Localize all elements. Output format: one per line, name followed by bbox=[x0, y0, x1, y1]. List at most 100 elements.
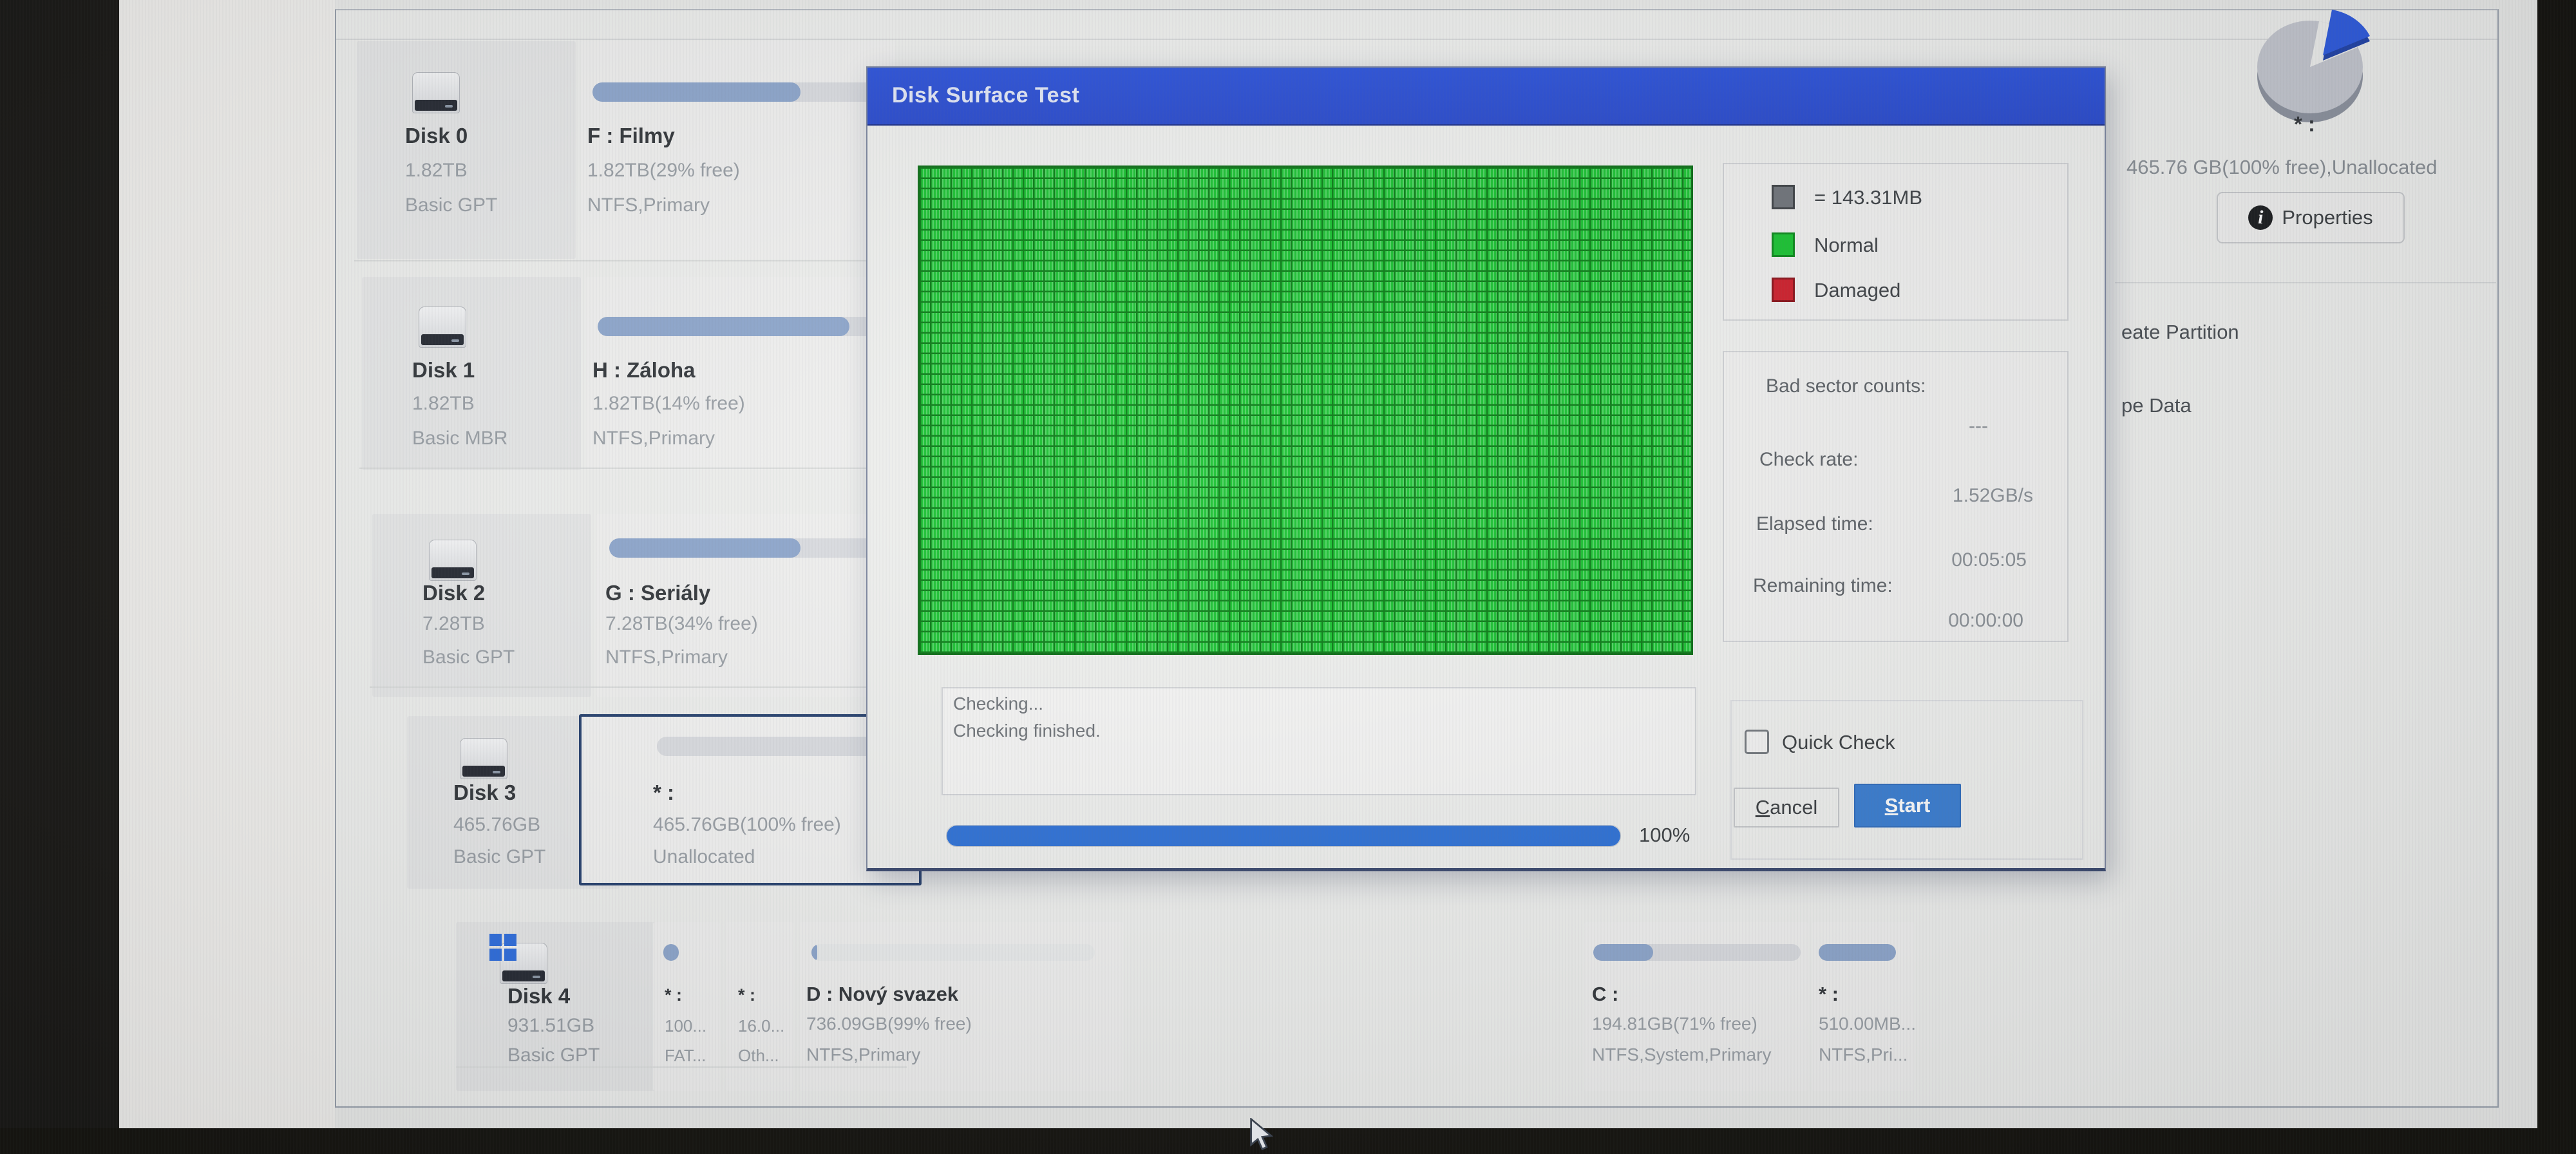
partition-size: 100... bbox=[665, 1016, 706, 1036]
partition-label: * : bbox=[1819, 983, 1839, 1006]
disk-name: Disk 0 bbox=[405, 124, 468, 148]
partition-fs: NTFS,Pri... bbox=[1819, 1045, 1908, 1065]
disk-scheme: Basic GPT bbox=[405, 194, 497, 216]
legend-normal-label: Normal bbox=[1814, 234, 1879, 257]
partition-fs: NTFS,Primary bbox=[806, 1045, 920, 1065]
disk-scheme: Basic GPT bbox=[453, 846, 545, 868]
status-log: Checking... Checking finished. bbox=[942, 687, 1696, 795]
disk-name: Disk 2 bbox=[422, 581, 485, 605]
hard-drive-icon bbox=[460, 738, 507, 779]
partition-fs: Unallocated bbox=[653, 846, 755, 868]
capacity-bar bbox=[598, 317, 891, 336]
create-partition-action[interactable]: eate Partition bbox=[2121, 321, 2239, 344]
disk-name: Disk 4 bbox=[507, 984, 570, 1008]
partition-label: F : Filmy bbox=[587, 124, 675, 148]
hard-drive-icon bbox=[412, 72, 460, 113]
partition-label: C : bbox=[1592, 983, 1618, 1006]
capacity-bar bbox=[1819, 944, 1896, 961]
monitor-bezel-left bbox=[0, 0, 121, 1154]
desktop-strip bbox=[119, 0, 335, 1128]
check-rate-value: 1.52GB/s bbox=[1840, 485, 2033, 507]
partition-label: * : bbox=[738, 985, 755, 1005]
elapsed-value: 00:05:05 bbox=[1833, 549, 2027, 571]
properties-button[interactable]: i Properties bbox=[2217, 192, 2405, 243]
row-divider bbox=[370, 686, 914, 688]
mouse-cursor-icon bbox=[1248, 1118, 1276, 1151]
disk0-partition-card[interactable] bbox=[581, 41, 895, 259]
quick-check-label[interactable]: Quick Check bbox=[1782, 731, 1895, 754]
partition-label: * : bbox=[665, 985, 682, 1005]
partition-label: * : bbox=[653, 780, 674, 805]
log-line: Checking finished. bbox=[953, 721, 1101, 741]
windows-logo-icon bbox=[489, 934, 516, 961]
partition-label: G : Seriály bbox=[605, 581, 710, 605]
disk-name: Disk 1 bbox=[412, 358, 475, 383]
partition-fs: NTFS,Primary bbox=[587, 194, 710, 216]
properties-button-label: Properties bbox=[2282, 206, 2372, 229]
disk-surface-test-dialog: Disk Surface Test = 143.31MB Normal Dama… bbox=[866, 66, 2106, 871]
partition-label: D : Nový svazek bbox=[806, 983, 958, 1006]
disk-name: Disk 3 bbox=[453, 780, 516, 805]
disk-size: 465.76GB bbox=[453, 814, 540, 836]
legend-unit-label: = 143.31MB bbox=[1814, 186, 1922, 209]
partition-fs: NTFS,Primary bbox=[592, 428, 715, 449]
partition-size: 510.00MB... bbox=[1819, 1014, 1916, 1034]
disk-scheme: Basic GPT bbox=[507, 1045, 600, 1066]
dialog-title-bar[interactable]: Disk Surface Test bbox=[867, 68, 2105, 126]
partition-size: 1.82TB(29% free) bbox=[587, 160, 740, 182]
monitor-bezel-bottom bbox=[0, 1128, 2576, 1154]
partition-size: 736.09GB(99% free) bbox=[806, 1014, 972, 1034]
progress-bar bbox=[946, 825, 1621, 847]
capacity-bar bbox=[1593, 944, 1801, 961]
hard-drive-icon bbox=[419, 307, 466, 348]
legend-unit-swatch bbox=[1772, 185, 1795, 209]
disk-usage-pie-chart bbox=[2236, 1, 2397, 130]
monitor-bezel-right bbox=[2537, 0, 2576, 1154]
capacity-bar bbox=[811, 944, 1095, 961]
capacity-bar bbox=[609, 538, 899, 558]
legend-damaged-swatch bbox=[1772, 278, 1795, 302]
elapsed-label: Elapsed time: bbox=[1756, 513, 1873, 535]
disk2-tile[interactable] bbox=[372, 514, 591, 697]
wipe-data-action[interactable]: pe Data bbox=[2121, 394, 2192, 417]
partition-size: 465.76GB(100% free) bbox=[653, 814, 841, 836]
disk-size: 1.82TB bbox=[412, 393, 475, 415]
legend-damaged-label: Damaged bbox=[1814, 279, 1900, 302]
disk-scheme: Basic MBR bbox=[412, 428, 507, 449]
row-divider bbox=[354, 260, 899, 261]
bad-sector-value: --- bbox=[1795, 415, 1988, 437]
remaining-label: Remaining time: bbox=[1753, 575, 1893, 597]
cancel-button-label: Cancel bbox=[1756, 796, 1818, 819]
panel-divider bbox=[2115, 282, 2496, 283]
selected-partition-label: * : bbox=[2294, 112, 2315, 137]
disk-size: 1.82TB bbox=[405, 160, 468, 182]
capacity-bar bbox=[663, 944, 679, 961]
check-rate-label: Check rate: bbox=[1759, 449, 1858, 471]
disk-scheme: Basic GPT bbox=[422, 647, 515, 668]
partition-size: 7.28TB(34% free) bbox=[605, 613, 758, 635]
log-line: Checking... bbox=[953, 694, 1043, 714]
disk0-tile[interactable] bbox=[357, 41, 576, 259]
cancel-button[interactable]: Cancel bbox=[1734, 788, 1839, 828]
start-button-label: Start bbox=[1885, 794, 1931, 817]
toolbar-divider bbox=[336, 39, 2497, 40]
start-button[interactable]: Start bbox=[1854, 784, 1961, 828]
partition-fs: FAT... bbox=[665, 1046, 706, 1066]
partition-label: H : Záloha bbox=[592, 358, 696, 383]
row-divider bbox=[359, 468, 904, 469]
legend-normal-swatch bbox=[1772, 232, 1795, 257]
partition-fs: Oth... bbox=[738, 1046, 779, 1066]
partition-fs: NTFS,System,Primary bbox=[1592, 1045, 1771, 1065]
quick-check-checkbox[interactable] bbox=[1745, 730, 1769, 754]
controls-group-box bbox=[1730, 700, 2083, 860]
partition-size: 194.81GB(71% free) bbox=[1592, 1014, 1757, 1034]
dialog-title: Disk Surface Test bbox=[892, 83, 1079, 108]
hard-drive-icon bbox=[429, 540, 477, 581]
capacity-bar bbox=[592, 82, 886, 102]
partition-fs: NTFS,Primary bbox=[605, 647, 728, 668]
progress-percent-label: 100% bbox=[1639, 824, 1690, 847]
partition-size: 16.0... bbox=[738, 1016, 784, 1036]
disk-size: 7.28TB bbox=[422, 613, 485, 635]
selected-partition-info: 465.76 GB(100% free),Unallocated bbox=[2126, 156, 2438, 179]
info-icon: i bbox=[2248, 205, 2273, 230]
